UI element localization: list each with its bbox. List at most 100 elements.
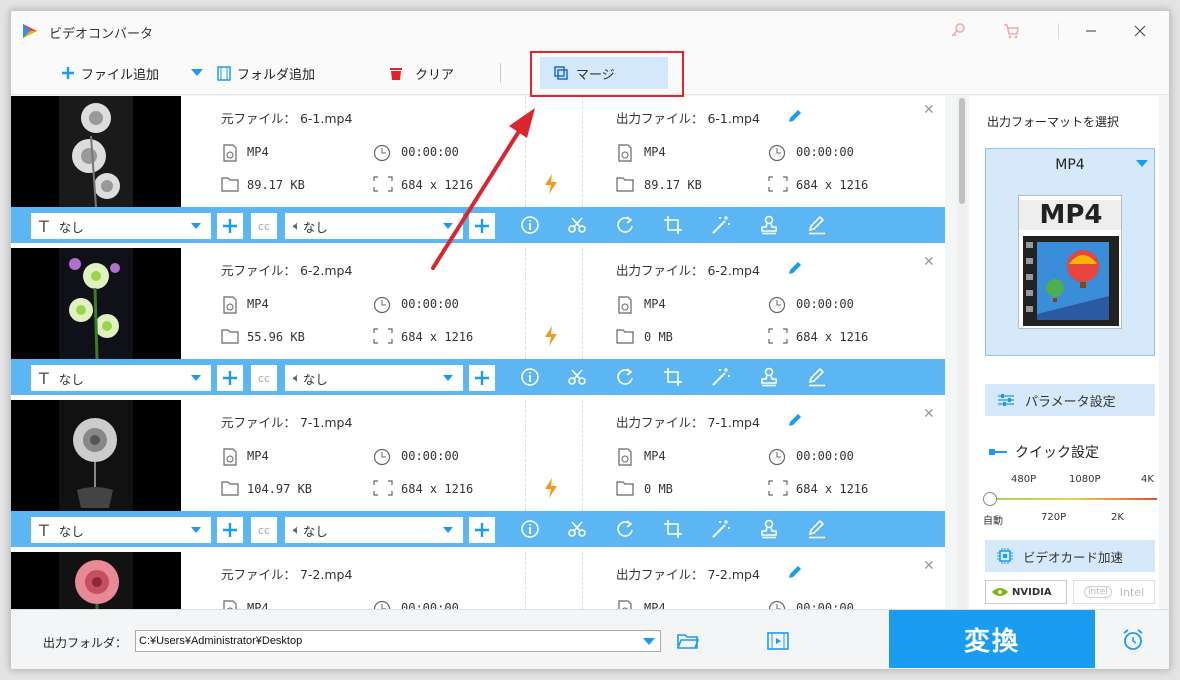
- add-subtitle-button[interactable]: [217, 365, 243, 391]
- format-dropdown-icon[interactable]: [1136, 160, 1148, 168]
- add-subtitle-button[interactable]: [217, 517, 243, 543]
- add-folder-label: フォルダ追加: [237, 67, 316, 83]
- edit-pencil-icon[interactable]: [787, 412, 803, 428]
- magic-wand-icon[interactable]: [711, 367, 731, 387]
- close-icon[interactable]: [1131, 22, 1149, 40]
- minimize-icon[interactable]: [1082, 22, 1100, 40]
- resolution-icon: [373, 176, 393, 192]
- rotate-icon[interactable]: [615, 519, 635, 539]
- edit-note-icon[interactable]: [807, 215, 827, 235]
- list-scrollbar[interactable]: [957, 96, 967, 609]
- scrollbar-thumb[interactable]: [959, 98, 965, 204]
- format-card[interactable]: MP4 MP4: [985, 148, 1155, 356]
- nvidia-button[interactable]: NVIDIA: [985, 580, 1067, 604]
- stamp-icon[interactable]: [759, 215, 779, 235]
- file-edit-bar: T なし cc 🔈︎ なし: [11, 511, 945, 547]
- video-file-icon: [223, 296, 237, 314]
- edit-note-icon[interactable]: [807, 367, 827, 387]
- quick-settings-heading: クイック設定: [989, 442, 1099, 462]
- cc-icon[interactable]: cc: [251, 517, 277, 543]
- quality-slider-handle[interactable]: [983, 492, 997, 506]
- cc-icon[interactable]: cc: [251, 365, 277, 391]
- info-icon[interactable]: [520, 519, 540, 539]
- key-icon[interactable]: [949, 22, 967, 40]
- gpu-accel-button[interactable]: ビデオカード加速: [985, 540, 1155, 572]
- video-file-icon: [223, 600, 237, 609]
- text-t-icon: T: [39, 520, 49, 540]
- stamp-icon[interactable]: [759, 367, 779, 387]
- speaker-icon: 🔈︎: [293, 522, 301, 538]
- rotate-icon[interactable]: [615, 367, 635, 387]
- card-divider: [582, 400, 583, 511]
- video-thumbnail[interactable]: [11, 552, 181, 609]
- add-subtitle-button[interactable]: [217, 213, 243, 239]
- scissors-icon[interactable]: [567, 367, 587, 387]
- folder-size-icon: [221, 177, 239, 192]
- magic-wand-icon[interactable]: [711, 215, 731, 235]
- source-size: 104.97 KB: [247, 482, 313, 496]
- cc-icon[interactable]: cc: [251, 213, 277, 239]
- param-settings-button[interactable]: パラメータ設定: [985, 384, 1155, 416]
- toolbar-divider: [500, 63, 501, 83]
- window-title: ビデオコンバータ: [49, 27, 154, 42]
- intel-button[interactable]: intel Intel: [1073, 580, 1155, 604]
- magic-wand-icon[interactable]: [711, 519, 731, 539]
- edit-pencil-icon[interactable]: [787, 108, 803, 124]
- add-file-dropdown-icon[interactable]: [191, 69, 203, 77]
- subtitle-select[interactable]: T なし: [31, 213, 211, 239]
- resolution-icon: [768, 328, 788, 344]
- scissors-icon[interactable]: [567, 519, 587, 539]
- cart-icon[interactable]: [1002, 22, 1020, 40]
- crop-icon[interactable]: [663, 215, 683, 235]
- video-folder-icon[interactable]: [767, 632, 789, 650]
- subtitle-select[interactable]: T なし: [31, 517, 211, 543]
- subtitle-value: なし: [58, 523, 84, 539]
- video-thumbnail[interactable]: [11, 96, 181, 207]
- remove-file-icon[interactable]: ✕: [923, 406, 935, 422]
- subtitle-select[interactable]: T なし: [31, 365, 211, 391]
- output-path-text: C:¥Users¥Administrator¥Desktop: [139, 635, 303, 647]
- audio-select[interactable]: 🔈︎ なし: [285, 365, 463, 391]
- open-folder-icon[interactable]: [677, 632, 699, 650]
- info-icon[interactable]: [520, 367, 540, 387]
- chevron-down-icon: [191, 375, 201, 381]
- video-thumbnail[interactable]: [11, 248, 181, 359]
- output-filename: 出力ファイル： 7-1.mp4: [616, 415, 760, 430]
- output-resolution: 684 x 1216: [796, 178, 869, 192]
- select-format-label: 出力フォーマットを選択: [987, 115, 1120, 129]
- output-filename: 出力ファイル： 6-2.mp4: [616, 263, 760, 278]
- add-file-button[interactable]: ファイル追加: [61, 51, 159, 95]
- lightning-icon: [545, 174, 557, 194]
- edit-note-icon[interactable]: [807, 519, 827, 539]
- output-format: MP4: [644, 145, 666, 159]
- add-file-label: ファイル追加: [81, 67, 160, 83]
- subtitle-value: なし: [58, 371, 84, 387]
- alarm-clock-icon[interactable]: [1121, 628, 1145, 652]
- edit-pencil-icon[interactable]: [787, 260, 803, 276]
- red-annotation-arrow: [431, 108, 535, 270]
- remove-file-icon[interactable]: ✕: [923, 102, 935, 118]
- remove-file-icon[interactable]: ✕: [923, 558, 935, 574]
- audio-select[interactable]: 🔈︎ なし: [285, 517, 463, 543]
- format-badge-text: MP4: [1019, 200, 1121, 230]
- remove-file-icon[interactable]: ✕: [923, 254, 935, 270]
- clear-button[interactable]: クリア: [389, 51, 454, 95]
- sliders-icon: [998, 394, 1014, 406]
- rotate-icon[interactable]: [615, 215, 635, 235]
- output-path-input[interactable]: C:¥Users¥Administrator¥Desktop: [135, 630, 661, 652]
- video-thumbnail[interactable]: [11, 400, 181, 511]
- quick-settings-icon: [989, 449, 1007, 455]
- add-audio-button[interactable]: [469, 365, 495, 391]
- plus-icon: [475, 523, 489, 537]
- quality-slider-track[interactable]: [989, 498, 1157, 500]
- add-audio-button[interactable]: [469, 517, 495, 543]
- convert-button[interactable]: 変換: [889, 610, 1095, 668]
- crop-icon[interactable]: [663, 367, 683, 387]
- crop-icon[interactable]: [663, 519, 683, 539]
- edit-pencil-icon[interactable]: [787, 564, 803, 580]
- video-file-icon: [618, 600, 632, 609]
- path-dropdown-icon[interactable]: [643, 638, 655, 646]
- scissors-icon[interactable]: [567, 215, 587, 235]
- stamp-icon[interactable]: [759, 519, 779, 539]
- add-folder-button[interactable]: フォルダ追加: [217, 51, 315, 95]
